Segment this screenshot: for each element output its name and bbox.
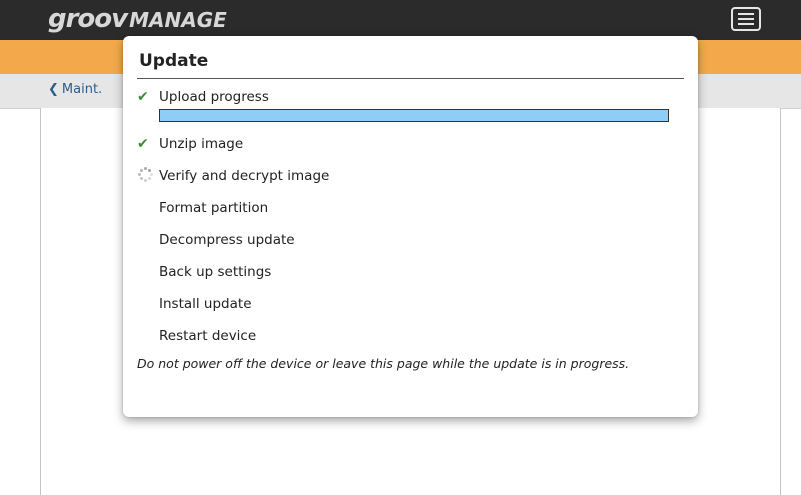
- upload-progress-fill: [160, 110, 668, 121]
- back-link-label: Maint.: [61, 82, 103, 97]
- step-label: Unzip image: [159, 136, 244, 152]
- spinner-dot: [139, 177, 143, 181]
- warning-note: Do not power off the device or leave thi…: [137, 356, 630, 371]
- spinner-dot: [144, 167, 147, 170]
- back-link-maint[interactable]: ❮ Maint.: [48, 82, 102, 97]
- step-upload-progress: ✔ Upload progress: [137, 87, 269, 107]
- spinner-icon: [137, 166, 153, 182]
- logo-groov-text: groov: [48, 4, 128, 34]
- step-label: Install update: [159, 296, 252, 312]
- spinner-dot: [150, 173, 153, 176]
- spinner-dot: [139, 168, 143, 172]
- step-verify-decrypt: Verify and decrypt image: [137, 166, 329, 186]
- step-label: Restart device: [159, 328, 257, 344]
- spinner-dot: [138, 173, 141, 176]
- step-format-partition: Format partition: [137, 198, 268, 218]
- title-divider: [137, 78, 684, 79]
- top-header: groov MANAGE: [0, 0, 801, 40]
- check-icon: ✔: [137, 89, 149, 105]
- step-label: Format partition: [159, 200, 269, 216]
- step-restart-device: Restart device: [137, 326, 256, 346]
- step-label: Verify and decrypt image: [159, 168, 330, 184]
- check-icon: ✔: [137, 136, 149, 152]
- step-label: Back up settings: [159, 264, 272, 280]
- update-dialog: Update ✔ Upload progress ✔ Unzip image V…: [123, 36, 698, 417]
- spinner-dot: [144, 179, 147, 182]
- spinner-dot: [148, 177, 152, 181]
- dialog-title: Update: [139, 51, 209, 71]
- step-unzip-image: ✔ Unzip image: [137, 134, 243, 154]
- hamburger-menu-icon[interactable]: [731, 7, 761, 31]
- upload-progress-bar: [159, 109, 669, 122]
- step-label: Upload progress: [159, 89, 269, 105]
- chevron-left-icon: ❮: [48, 82, 59, 97]
- step-label: Decompress update: [159, 232, 295, 248]
- step-install-update: Install update: [137, 294, 252, 314]
- logo-manage-text: MANAGE: [129, 8, 227, 32]
- app-logo[interactable]: groov MANAGE: [48, 4, 227, 34]
- step-back-up-settings: Back up settings: [137, 262, 271, 282]
- step-decompress-update: Decompress update: [137, 230, 295, 250]
- spinner-dot: [148, 168, 152, 172]
